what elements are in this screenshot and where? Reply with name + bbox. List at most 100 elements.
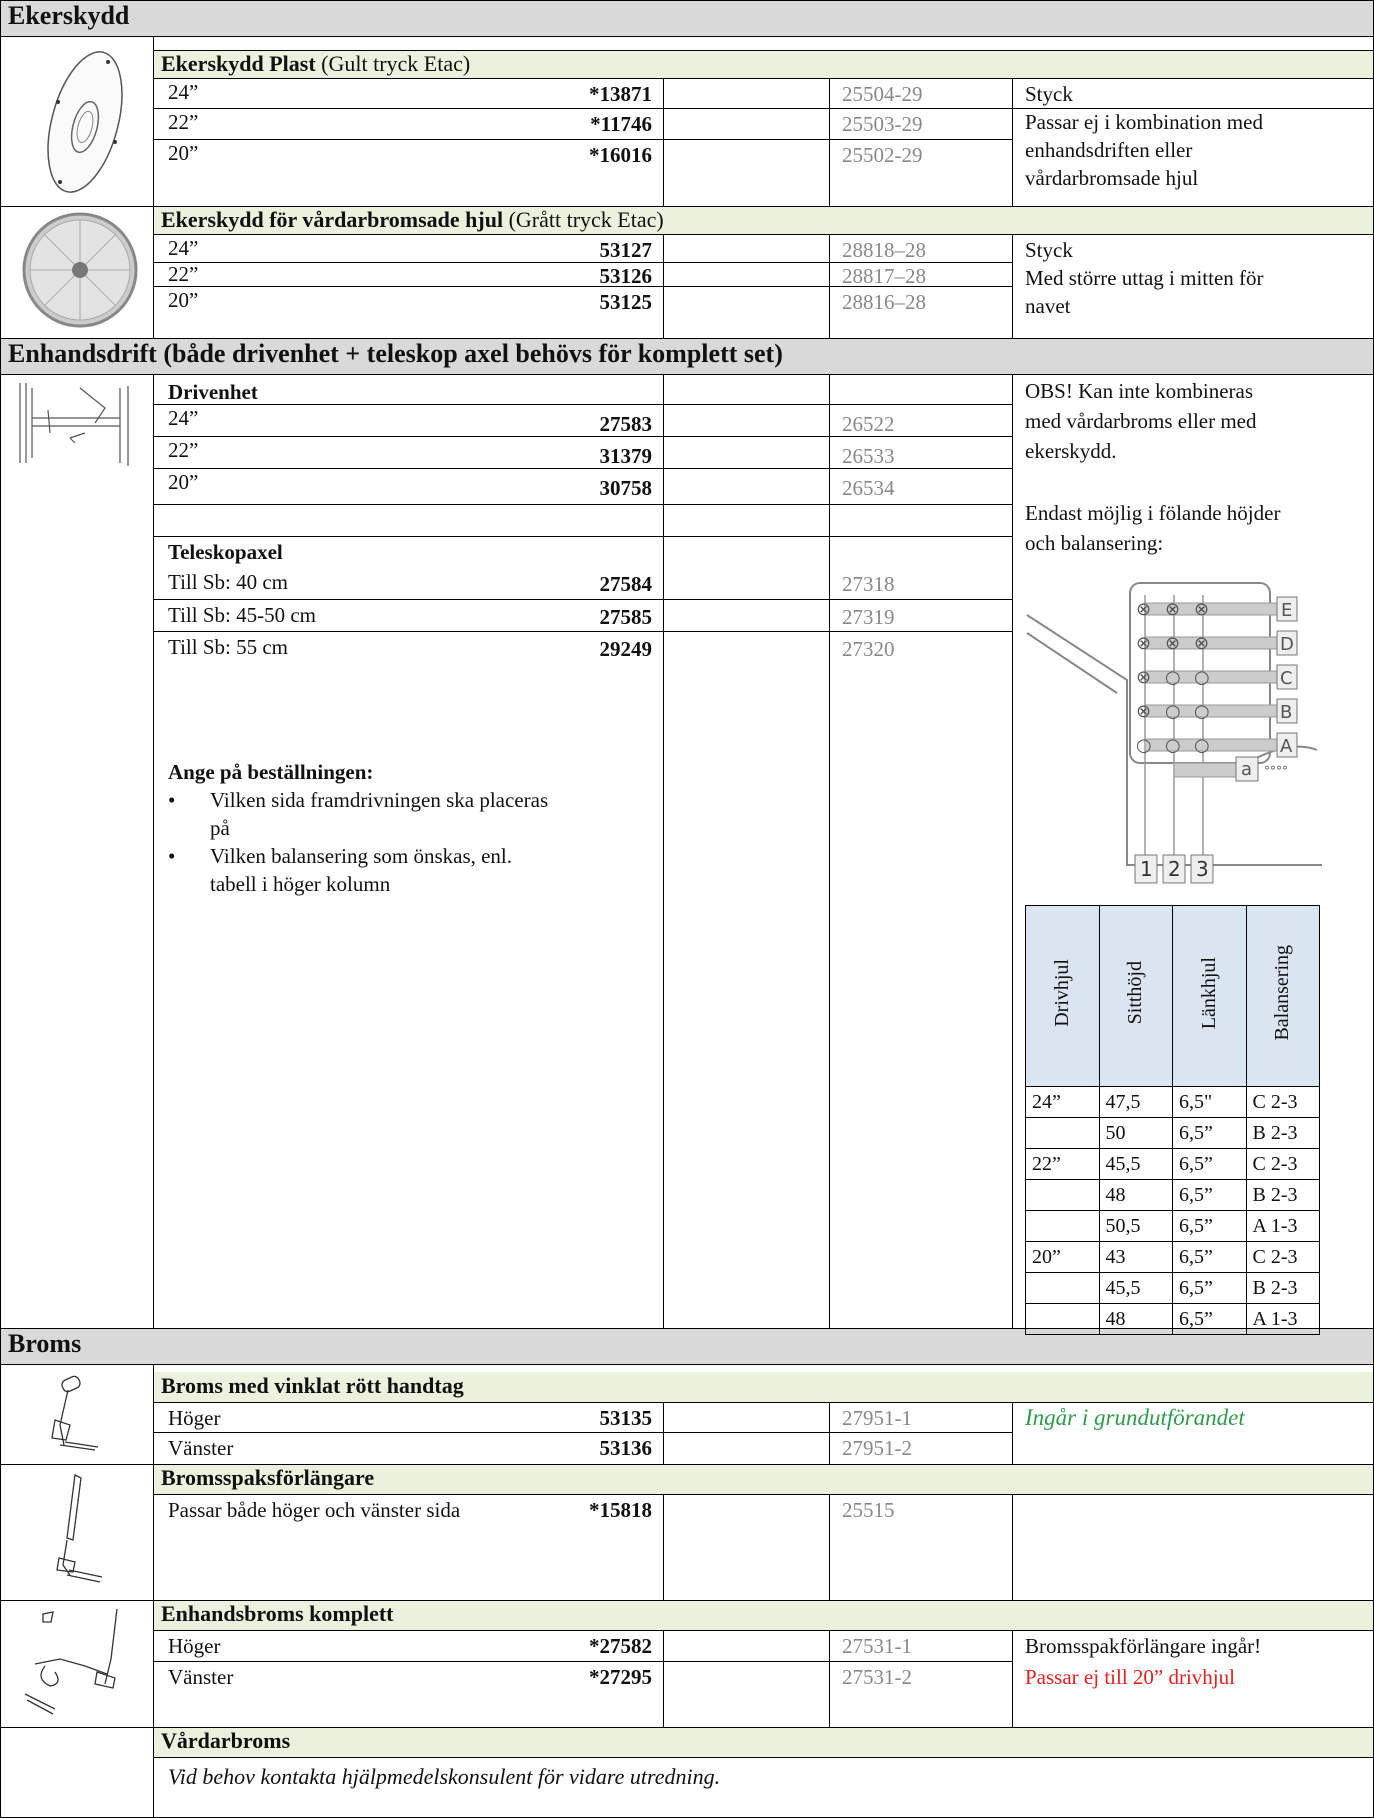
spoke-guard-plastic-image — [47, 51, 123, 193]
row-A: ○ ○ ○ A — [1136, 732, 1298, 758]
svg-text:⊗: ⊗ — [1194, 599, 1209, 620]
reference-number: 26522 — [842, 412, 895, 436]
drive-unit-image — [19, 383, 129, 466]
list-item: • Vilken sida framdrivningen ska placera… — [168, 788, 549, 840]
article-number: 27583 — [599, 412, 653, 436]
svg-text:⊗: ⊗ — [1136, 701, 1151, 722]
section-header-enhandsdrift: Enhandsdrift (både drivenhet + teleskop … — [0, 338, 1374, 374]
article-number: 31379 — [599, 444, 653, 468]
svg-text:○: ○ — [1194, 735, 1210, 756]
article-number: *11746 — [590, 112, 652, 136]
brake-red-handle-image — [51, 1375, 99, 1451]
size-label: 22” — [168, 438, 199, 462]
note-extender-included: Bromsspakförlängare ingår! — [1025, 1634, 1262, 1658]
svg-text:⊗: ⊗ — [1136, 667, 1151, 688]
section-header-ekerskydd: Ekerskydd — [0, 0, 1374, 36]
subheader-ekerskydd-vardar: Ekerskydd för vårdarbromsade hjul (Grått… — [153, 206, 1374, 234]
size-label: 20” — [168, 470, 199, 494]
article-number: 53127 — [599, 238, 653, 262]
table-row: 48 6,5” B 2-3 — [1025, 1179, 1320, 1211]
size-label: Vänster — [168, 1665, 234, 1689]
svg-text:⊗: ⊗ — [1165, 599, 1180, 620]
reference-number: 25515 — [842, 1498, 895, 1522]
reference-number: 27531-2 — [842, 1665, 912, 1689]
diagram-number-1: 1 — [1140, 857, 1153, 881]
reference-number: 28816–28 — [842, 290, 926, 314]
table-row: 22” 45,5 6,5” C 2-3 — [1025, 1148, 1320, 1180]
diagram-number-2: 2 — [1168, 857, 1181, 881]
size-label: 22” — [168, 262, 199, 286]
list-item: • Vilken balansering som önskas, enl. ta… — [168, 844, 513, 896]
table-row: 45,5 6,5” B 2-3 — [1025, 1272, 1320, 1304]
article-number: 53126 — [599, 264, 653, 288]
svg-text:○: ○ — [1194, 701, 1210, 722]
note-not-for-20: Passar ej till 20” drivhjul — [1025, 1665, 1235, 1689]
note-endast: Endast möjlig i fölande höjder och balan… — [1025, 501, 1281, 555]
diagram-letter-b: B — [1280, 702, 1292, 723]
article-number: 53136 — [599, 1436, 653, 1460]
svg-text:○: ○ — [1165, 735, 1181, 756]
table-row: 50,5 6,5” A 1-3 — [1025, 1210, 1320, 1242]
size-label: Till Sb: 40 cm — [168, 570, 289, 594]
table-row: 20” 43 6,5” C 2-3 — [1025, 1241, 1320, 1273]
row-E: ⊗ ⊗ ⊗ E — [1136, 596, 1298, 622]
reference-number: 27319 — [842, 605, 895, 629]
order-bullet-list: • Vilken sida framdrivningen ska placera… — [160, 786, 660, 898]
ange-label: Ange på beställningen: — [168, 760, 374, 784]
svg-text:⊗: ⊗ — [1136, 633, 1151, 654]
subheader-vardarbroms: Vårdarbroms — [153, 1727, 1374, 1757]
reference-number: 26534 — [842, 476, 895, 500]
article-number: 30758 — [599, 476, 653, 500]
reference-number: 28818–28 — [842, 238, 926, 262]
article-number: 53125 — [599, 290, 653, 314]
table-header: Drivhjul — [1025, 905, 1100, 1087]
svg-text:⊗: ⊗ — [1194, 633, 1209, 654]
diagram-letter-small-a: a — [1241, 759, 1252, 780]
row-B: ⊗ ○ ○ B — [1136, 698, 1298, 724]
reference-number: 27531-1 — [842, 1634, 912, 1658]
table-row: 24” 47,5 6,5" C 2-3 — [1025, 1086, 1320, 1118]
article-number: *27295 — [589, 1665, 652, 1689]
reference-number: 27318 — [842, 572, 895, 596]
reference-number: 27951-1 — [842, 1406, 912, 1430]
article-number: 29249 — [599, 637, 653, 661]
svg-text:⊗: ⊗ — [1136, 599, 1151, 620]
size-label: Passar både höger och vänster sida — [168, 1498, 461, 1522]
drivenhet-label: Drivenhet — [168, 380, 258, 404]
size-label: Till Sb: 55 cm — [168, 635, 289, 659]
vardarbroms-text: Vid behov kontakta hjälpmedelskonsulent … — [168, 1764, 721, 1789]
size-label: 24” — [168, 80, 199, 104]
size-label: Till Sb: 45-50 cm — [168, 603, 317, 627]
size-label: 20” — [168, 141, 199, 165]
article-number: *13871 — [589, 82, 652, 106]
reference-number: 25503-29 — [842, 112, 923, 136]
note-ekerskydd-vardar: Styck Med större uttag i mitten för nave… — [1025, 238, 1264, 318]
article-number: 27585 — [599, 605, 653, 629]
svg-text:○: ○ — [1194, 667, 1210, 688]
diagram-letter-e: E — [1281, 600, 1292, 621]
article-number: 53135 — [599, 1406, 653, 1430]
subheader-broms-vinklat: Broms med vinklat rött handtag — [153, 1372, 1374, 1402]
teleskopaxel-label: Teleskopaxel — [168, 540, 283, 564]
balancing-diagram: ⊗ ⊗ ⊗ E ⊗ ⊗ ⊗ D ⊗ ○ ○ C ⊗ ○ ○ B ○ ○ ○ A — [1026, 582, 1322, 884]
size-label: 22” — [168, 110, 199, 134]
table-header: Länkhjul — [1172, 905, 1247, 1087]
note-ekerskydd-plast: Styck Passar ej i kombination med enhand… — [1025, 82, 1263, 190]
size-label: 24” — [168, 236, 199, 260]
subheader-enhandsbroms: Enhandsbroms komplett — [153, 1600, 1374, 1630]
table-row: 50 6,5” B 2-3 — [1025, 1117, 1320, 1149]
svg-text:○: ○ — [1136, 735, 1152, 756]
brake-lever-extender-image — [56, 1474, 103, 1583]
diagram-letter-a: A — [1280, 736, 1293, 757]
reference-number: 25504-29 — [842, 82, 923, 106]
one-hand-brake-image — [24, 1608, 118, 1715]
reference-number: 28817–28 — [842, 264, 926, 288]
size-label: Höger — [168, 1406, 221, 1430]
article-number: *27582 — [589, 1634, 652, 1658]
subheader-bromsspaksforlangare: Bromsspaksförlängare — [153, 1464, 1374, 1494]
article-number: *16016 — [589, 143, 652, 167]
row-C: ⊗ ○ ○ C — [1136, 664, 1298, 690]
subheader-ekerskydd-plast: Ekerskydd Plast (Gult tryck Etac) — [153, 50, 1374, 78]
row-D: ⊗ ⊗ ⊗ D — [1136, 630, 1298, 656]
table-header: Sitthöjd — [1098, 905, 1173, 1087]
